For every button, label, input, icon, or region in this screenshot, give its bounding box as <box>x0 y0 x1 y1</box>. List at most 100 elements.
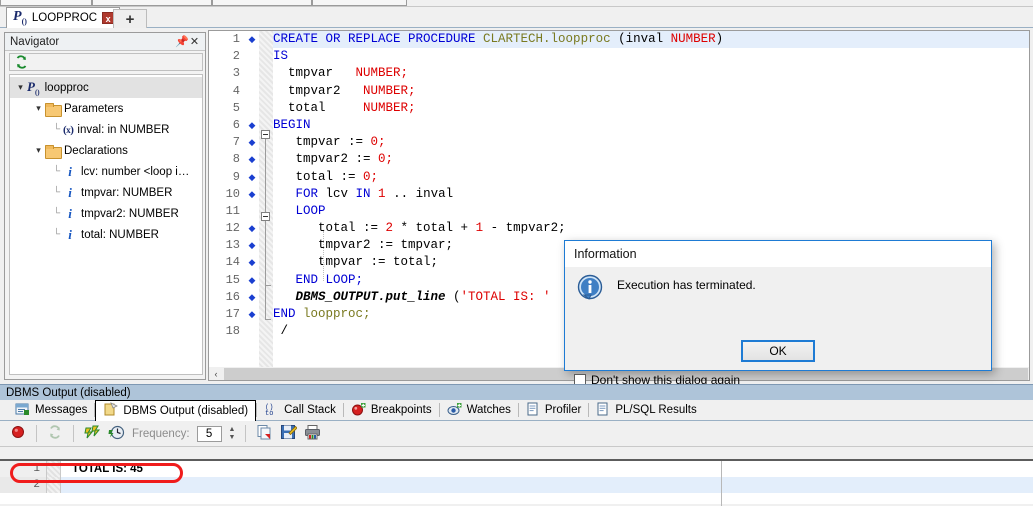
line-number: 6 <box>232 117 240 132</box>
fold-toggle-begin[interactable] <box>261 130 270 139</box>
code-line[interactable]: total := 0; <box>273 169 1029 186</box>
tab-label: LOOPPROC <box>31 12 98 24</box>
tree-item-tmpvar[interactable]: └ i tmpvar: NUMBER <box>10 182 202 203</box>
row-handle[interactable] <box>47 477 61 493</box>
breakpoint-marker[interactable]: ◆ <box>245 254 259 271</box>
tab-breakpoints[interactable]: Breakpoints <box>344 401 439 420</box>
refresh-icon[interactable] <box>14 55 29 69</box>
frequency-stepper[interactable]: ▲ ▼ <box>229 426 236 441</box>
code-line[interactable]: total := 2 * total + 1 - tmpvar2; <box>273 220 1029 237</box>
code-token: 1 <box>475 221 484 236</box>
tree-item-loopproc[interactable]: ▾ P() loopproc <box>10 77 202 98</box>
row-value[interactable] <box>61 477 1033 493</box>
log-tab-bar[interactable]: Messages DBMS Output (disabled) () to Call S… <box>0 399 1033 421</box>
code-token: NUMBER; <box>355 66 409 81</box>
print-icon[interactable] <box>304 424 321 443</box>
code-line[interactable]: tmpvar2 NUMBER; <box>273 83 1029 100</box>
results-grid[interactable]: 1 TOTAL IS: 45 2 <box>0 459 1033 506</box>
code-line[interactable]: tmpvar := 0; <box>273 134 1029 151</box>
frequency-input[interactable]: 5 <box>196 425 222 442</box>
scroll-left-icon[interactable]: ‹ <box>209 369 223 379</box>
breakpoint-marker[interactable]: ◆ <box>245 306 259 323</box>
enable-output-icon[interactable] <box>84 424 101 443</box>
ok-button[interactable]: OK <box>741 340 815 362</box>
code-line[interactable]: LOOP <box>273 203 1029 220</box>
code-line[interactable]: tmpvar NUMBER; <box>273 65 1029 82</box>
tab-label: Profiler <box>544 404 582 416</box>
tree-item-total[interactable]: └ i total: NUMBER <box>10 224 202 245</box>
save-icon[interactable] <box>280 424 299 443</box>
code-token: LOOP <box>273 203 326 218</box>
expand-toggle-icon[interactable]: ▾ <box>32 145 45 156</box>
breakpoint-marker[interactable]: ◆ <box>245 31 259 48</box>
marker-slot[interactable] <box>245 83 259 100</box>
code-line[interactable]: total NUMBER; <box>273 100 1029 117</box>
toolbar-group-1 <box>0 0 92 6</box>
row-value[interactable]: TOTAL IS: 45 <box>61 461 1033 477</box>
column-divider[interactable] <box>721 461 722 506</box>
code-token: NUMBER; <box>363 83 416 98</box>
new-tab-button[interactable]: + <box>113 9 147 28</box>
tab-pl-sql-results[interactable]: PL/SQL Results <box>589 401 703 420</box>
line-number: 16 <box>225 289 240 304</box>
fold-end-outer <box>265 319 271 320</box>
pin-icon[interactable]: 📌 <box>175 35 189 48</box>
marker-slot[interactable] <box>245 323 259 340</box>
timer-icon[interactable] <box>108 424 125 443</box>
code-fold-column[interactable] <box>259 31 273 379</box>
expand-toggle-icon[interactable]: ▾ <box>32 103 45 114</box>
code-line[interactable]: tmpvar2 := 0; <box>273 151 1029 168</box>
navigator-tree[interactable]: ▾ P() loopproc ▾ Parameters └ (x) inval: in NUM… <box>9 74 203 375</box>
navigator-toolbar <box>9 53 203 71</box>
tree-item-lcv[interactable]: └ i lcv: number <loop i… <box>10 161 202 182</box>
stop-icon[interactable] <box>10 424 26 443</box>
breakpoint-marker[interactable]: ◆ <box>245 289 259 306</box>
breakpoint-marker[interactable]: ◆ <box>245 237 259 254</box>
breakpoint-marker[interactable]: ◆ <box>245 186 259 203</box>
code-token: tmpvar := <box>273 135 371 150</box>
tab-profiler[interactable]: Profiler <box>519 401 588 420</box>
expand-toggle-icon[interactable]: ▾ <box>14 82 27 93</box>
breakpoint-marker[interactable]: ◆ <box>245 134 259 151</box>
breakpoint-marker[interactable]: ◆ <box>245 151 259 168</box>
fold-toggle-loop[interactable] <box>261 212 270 221</box>
code-line[interactable]: CREATE OR REPLACE PROCEDURE CLARTECH.loo… <box>273 31 1029 49</box>
tree-item-tmpvar2[interactable]: └ i tmpvar2: NUMBER <box>10 203 202 224</box>
code-token: 1 <box>378 186 394 201</box>
marker-slot[interactable] <box>245 48 259 65</box>
tree-item-label: Declarations <box>64 144 128 157</box>
code-token: CLARTECH.loopproc <box>483 32 611 46</box>
row-number: 1 <box>0 461 47 477</box>
breakpoint-marker[interactable]: ◆ <box>245 220 259 237</box>
close-icon[interactable]: ✕ <box>188 35 201 48</box>
marker-slot[interactable] <box>245 100 259 117</box>
tab-call-stack[interactable]: () to Call Stack <box>257 401 343 420</box>
grid-row[interactable]: 2 <box>0 477 1033 493</box>
breakpoint-marker-column[interactable]: ◆ ◆ ◆ ◆ ◆ ◆ ◆ ◆ ◆ ◆ ◆ ◆ <box>245 31 259 379</box>
copy-icon[interactable] <box>256 424 273 443</box>
row-handle[interactable] <box>47 461 61 477</box>
tree-item-inval[interactable]: └ (x) inval: in NUMBER <box>10 119 202 140</box>
marker-slot[interactable] <box>245 203 259 220</box>
code-line[interactable]: FOR lcv IN 1 .. inval <box>273 186 1029 203</box>
refresh-icon[interactable] <box>47 424 63 443</box>
dialog-title: Information <box>565 241 991 267</box>
code-line[interactable]: IS <box>273 48 1029 65</box>
breakpoint-marker[interactable]: ◆ <box>245 117 259 134</box>
code-token: tmpvar2 := <box>273 152 379 167</box>
information-dialog[interactable]: Information Execution has terminated. OK… <box>564 240 992 387</box>
breakpoint-marker[interactable]: ◆ <box>245 169 259 186</box>
tab-messages[interactable]: Messages <box>8 401 94 420</box>
breakpoint-marker[interactable]: ◆ <box>245 272 259 289</box>
tab-watches[interactable]: Watches <box>440 401 518 420</box>
app-toolbar-strip <box>0 0 1033 7</box>
grid-row[interactable]: 1 TOTAL IS: 45 <box>0 461 1033 477</box>
call-stack-icon: () to <box>264 402 279 419</box>
tree-item-declarations[interactable]: ▾ Declarations <box>10 140 202 161</box>
tab-loopproc[interactable]: P() LOOPPROC x <box>6 7 121 28</box>
tree-item-parameters[interactable]: ▾ Parameters <box>10 98 202 119</box>
svg-text:to: to <box>265 410 273 416</box>
tab-dbms-output-disabled[interactable]: DBMS Output (disabled) <box>95 399 257 421</box>
code-line[interactable]: BEGIN <box>273 117 1029 134</box>
marker-slot[interactable] <box>245 65 259 82</box>
